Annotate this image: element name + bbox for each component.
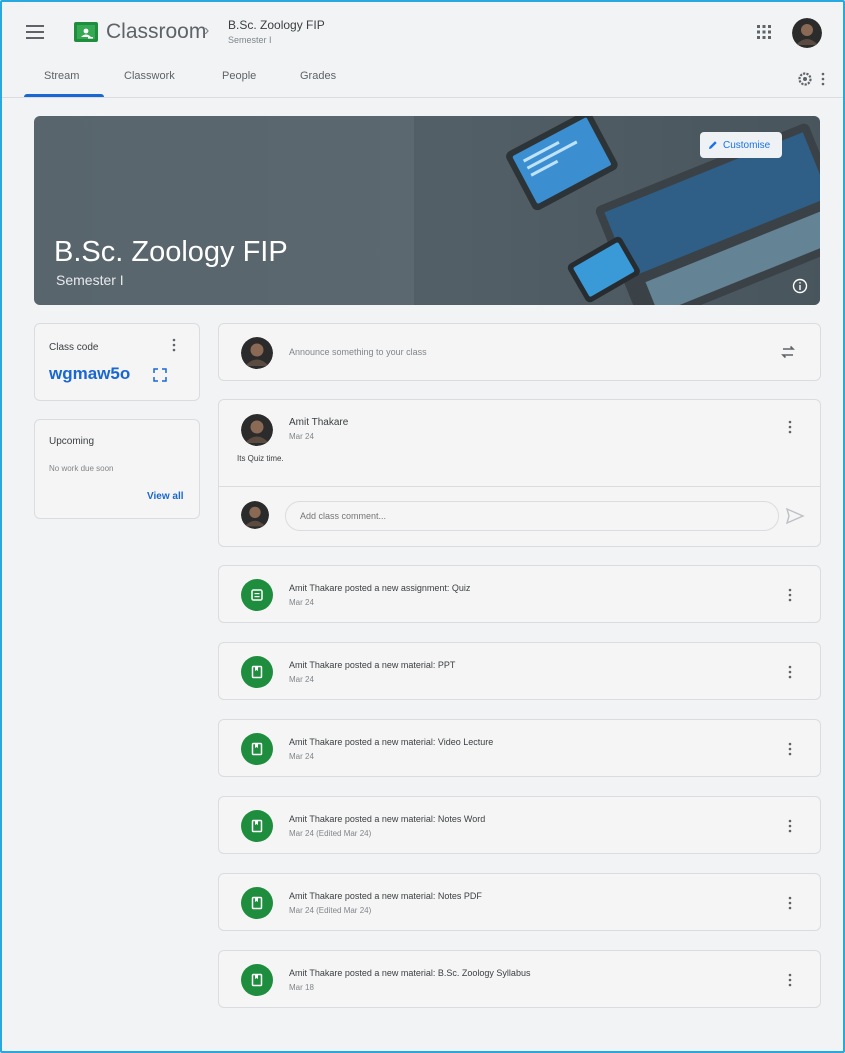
pencil-icon <box>709 141 717 149</box>
upcoming-label: Upcoming <box>49 436 95 447</box>
stream-item[interactable]: Amit Thakare posted a new material: B.Sc… <box>218 950 821 1008</box>
info-icon[interactable] <box>792 278 808 294</box>
more-vert-icon[interactable] <box>787 588 793 602</box>
top-app-bar: Classroom › B.Sc. Zoology FIP Semester I <box>2 2 843 62</box>
class-comment-input[interactable] <box>285 501 779 531</box>
stream-item-date: Mar 24 (Edited Mar 24) <box>289 906 372 915</box>
stream-item-title: Amit Thakare posted a new material: B.Sc… <box>289 968 531 978</box>
settings-gear-icon[interactable] <box>797 71 813 87</box>
breadcrumb-chevron-icon: › <box>204 22 210 39</box>
upcoming-empty-text: No work due soon <box>49 464 114 473</box>
tab-stream[interactable]: Stream <box>44 70 79 82</box>
classroom-page: Classroom › B.Sc. Zoology FIP Semester I… <box>2 2 843 1051</box>
upcoming-card: Upcoming No work due soon View all <box>34 419 200 519</box>
announce-placeholder[interactable]: Announce something to your class <box>289 347 427 357</box>
material-icon <box>241 964 273 996</box>
post-author: Amit Thakare <box>289 417 349 428</box>
stream-item-date: Mar 18 <box>289 983 314 992</box>
stream-item-title: Amit Thakare posted a new material: Vide… <box>289 737 494 747</box>
app-title[interactable]: Classroom <box>106 20 206 44</box>
class-code-value: wgmaw5o <box>49 364 131 383</box>
more-vert-icon[interactable] <box>787 742 793 756</box>
stream-item-title: Amit Thakare posted a new material: Note… <box>289 814 486 824</box>
classroom-logo-icon[interactable] <box>74 22 98 42</box>
more-vert-icon[interactable] <box>820 72 826 86</box>
more-vert-icon[interactable] <box>787 819 793 833</box>
announce-box[interactable]: Announce something to your class <box>218 323 821 381</box>
stream-item-title: Amit Thakare posted a new material: Note… <box>289 891 482 901</box>
stream-item[interactable]: Amit Thakare posted a new material: Note… <box>218 873 821 931</box>
breadcrumb-class-subtitle: Semester I <box>228 35 272 45</box>
class-code-label: Class code <box>49 342 99 353</box>
stream-item[interactable]: Amit Thakare posted a new assignment: Qu… <box>218 565 821 623</box>
divider <box>219 486 820 487</box>
stream-item-title: Amit Thakare posted a new assignment: Qu… <box>289 583 471 593</box>
more-vert-icon[interactable] <box>787 973 793 987</box>
tab-grades[interactable]: Grades <box>300 70 336 82</box>
post-body: Its Quiz time. <box>237 454 284 463</box>
google-apps-icon[interactable] <box>754 22 774 42</box>
main-menu-button[interactable] <box>22 19 48 45</box>
announcement-post: Amit Thakare Mar 24 Its Quiz time. <box>218 399 821 547</box>
more-vert-icon[interactable] <box>787 896 793 910</box>
commenter-avatar <box>241 501 269 529</box>
account-avatar[interactable] <box>792 18 822 48</box>
more-vert-icon[interactable] <box>171 338 177 352</box>
fullscreen-icon[interactable] <box>153 368 167 382</box>
user-avatar <box>241 337 273 369</box>
more-vert-icon[interactable] <box>787 420 793 434</box>
customise-button[interactable]: Customise <box>700 132 783 158</box>
class-code-card: Class code wgmaw5o <box>34 323 200 401</box>
view-all-link[interactable]: View all <box>147 491 184 502</box>
stream-item-date: Mar 24 <box>289 675 314 684</box>
repost-icon[interactable] <box>779 343 797 361</box>
stream-item-date: Mar 24 <box>289 598 314 607</box>
stream-item[interactable]: Amit Thakare posted a new material: Vide… <box>218 719 821 777</box>
material-icon <box>241 733 273 765</box>
stream-item-date: Mar 24 (Edited Mar 24) <box>289 829 372 838</box>
assignment-icon <box>241 579 273 611</box>
class-tabs: Stream Classwork People Grades <box>2 62 843 98</box>
post-date: Mar 24 <box>289 432 314 441</box>
send-icon[interactable] <box>785 507 805 525</box>
class-banner: Customise B.Sc. Zoology FIP Semester I <box>34 116 820 305</box>
stream-item-date: Mar 24 <box>289 752 314 761</box>
customise-label: Customise <box>723 139 771 151</box>
material-icon <box>241 887 273 919</box>
stream-item-title: Amit Thakare posted a new material: PPT <box>289 660 456 670</box>
active-tab-indicator <box>24 94 104 97</box>
hamburger-menu-icon <box>26 25 44 39</box>
tab-people[interactable]: People <box>222 70 256 82</box>
stream-item[interactable]: Amit Thakare posted a new material: Note… <box>218 796 821 854</box>
material-icon <box>241 810 273 842</box>
author-avatar <box>241 414 273 446</box>
tab-classwork[interactable]: Classwork <box>124 70 175 82</box>
class-section: Semester I <box>56 272 124 288</box>
breadcrumb-class-title[interactable]: B.Sc. Zoology FIP <box>228 18 325 32</box>
class-title: B.Sc. Zoology FIP <box>54 236 288 268</box>
more-vert-icon[interactable] <box>787 665 793 679</box>
material-icon <box>241 656 273 688</box>
stream-item[interactable]: Amit Thakare posted a new material: PPT … <box>218 642 821 700</box>
